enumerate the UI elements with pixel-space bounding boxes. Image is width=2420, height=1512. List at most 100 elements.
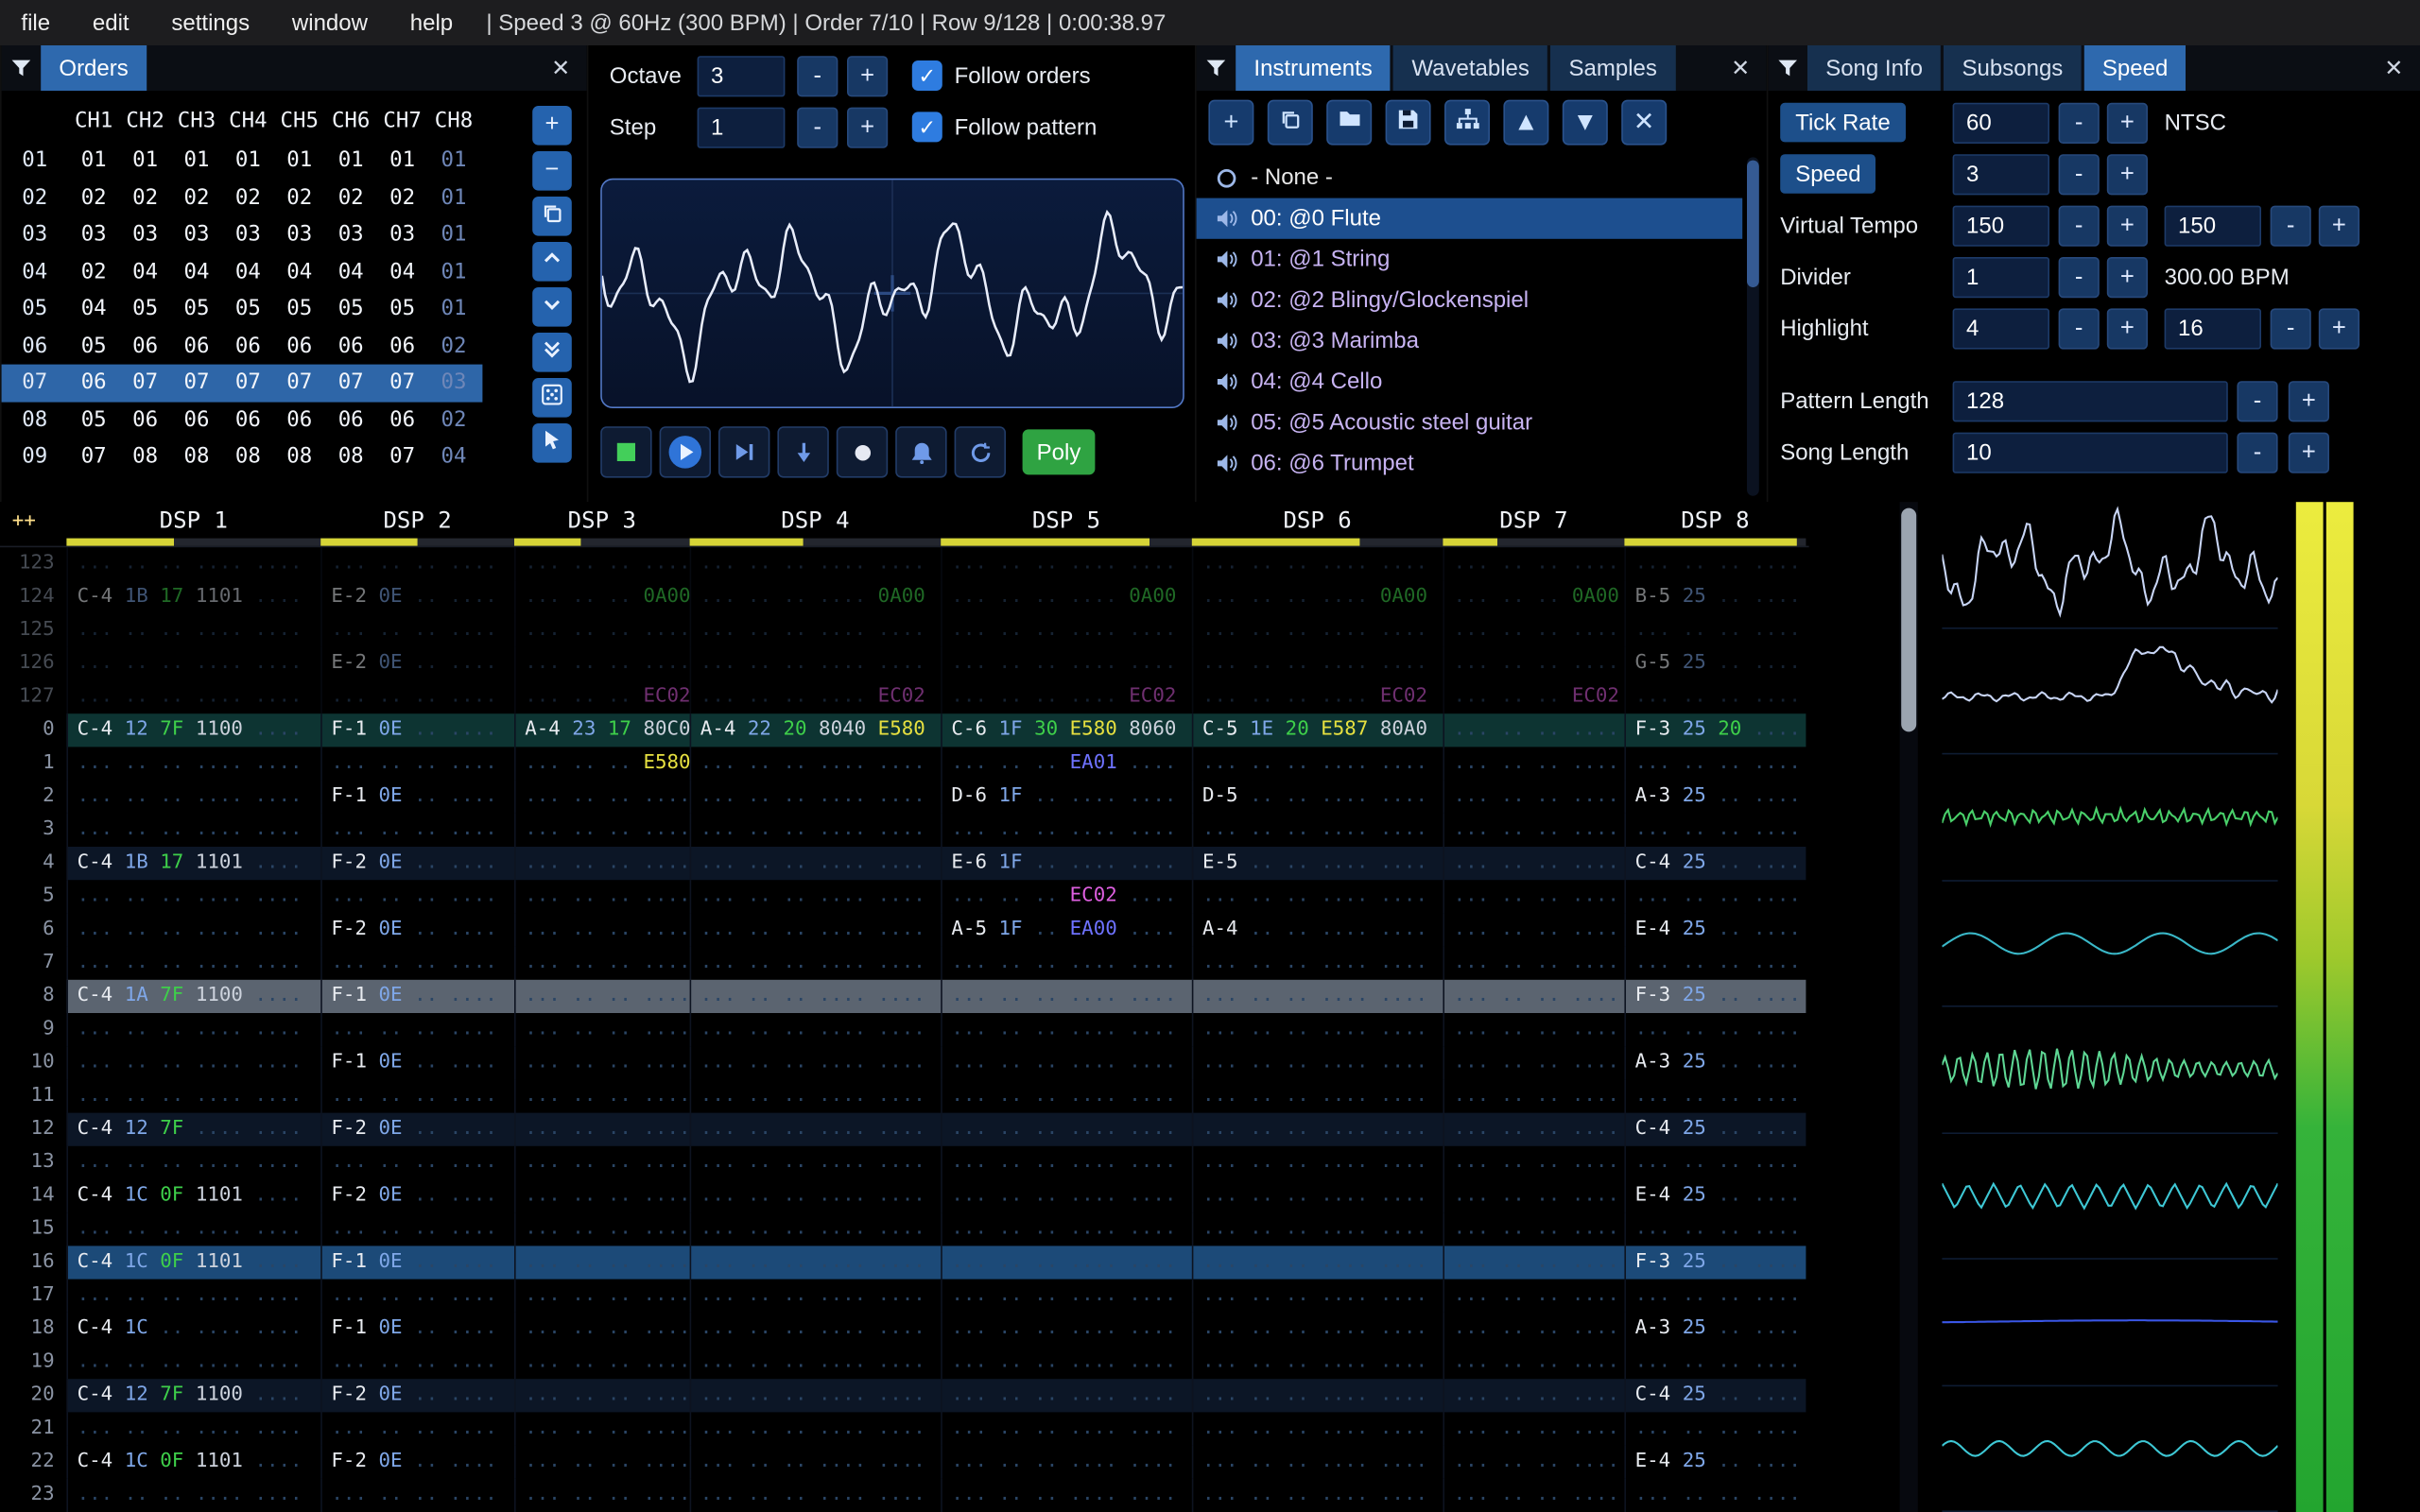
highlight-first-increment-button[interactable]: +	[2106, 308, 2148, 350]
pattern-cell[interactable]: ... .. .. .... 0A00	[1191, 580, 1443, 614]
pattern-cell[interactable]: ... .. .. ....	[320, 747, 514, 781]
pattern-cell[interactable]: ... .. .. .... ....	[941, 1379, 1192, 1413]
pattern-cell[interactable]: ... .. .. .... ....	[941, 979, 1192, 1013]
pattern-cell[interactable]: C-4 1C 0F 1101 ....	[66, 1445, 320, 1479]
pattern-cell[interactable]: ... .. .. ....	[320, 880, 514, 914]
pattern-cell[interactable]: ... .. .. ....	[1624, 880, 1806, 914]
order-cell[interactable]: 03	[68, 223, 119, 248]
pattern-cell[interactable]: E-2 0E .. ....	[320, 580, 514, 614]
order-cell[interactable]: 03	[222, 223, 273, 248]
pattern-cell[interactable]: E-4 25 .. ....	[1624, 1445, 1806, 1479]
pattern-cell[interactable]: A-4 .. .. .... ....	[1191, 913, 1443, 947]
play-pattern-button[interactable]	[718, 426, 770, 478]
pattern-cell[interactable]: ... .. .. .... ....	[66, 1145, 320, 1179]
instrument-item[interactable]: - None -	[1197, 157, 1743, 198]
order-cell[interactable]: 01	[171, 148, 222, 173]
tab-wavetables[interactable]: Wavetables	[1393, 45, 1548, 91]
pattern-cell[interactable]: ... .. .. ....	[1443, 880, 1624, 914]
order-cell[interactable]: 05	[222, 297, 273, 321]
pattern-cell[interactable]: ... .. .. .... ....	[689, 1312, 942, 1346]
step-increment-button[interactable]: +	[847, 107, 889, 148]
pattern-cell[interactable]: ... .. .. ....	[514, 1046, 690, 1080]
pattern-cell[interactable]: ... .. .. .... ....	[689, 747, 942, 781]
order-cell[interactable]: 03	[325, 223, 376, 248]
pattern-cell[interactable]: ... .. .. .... ....	[66, 813, 320, 847]
pattern-cell[interactable]: ... .. .. ....	[514, 1279, 690, 1313]
highlight-second-decrement-button[interactable]: -	[2270, 308, 2311, 350]
pattern-cell[interactable]: ... .. .. ....	[1443, 847, 1624, 881]
pattern-cell[interactable]: C-4 25 .. ....	[1624, 847, 1806, 881]
pattern-cell[interactable]: ... .. .. .... ....	[941, 613, 1192, 647]
pattern-cell[interactable]: ... .. .. ....	[1443, 1279, 1624, 1313]
pattern-cell[interactable]: ... .. .. EC02	[1443, 680, 1624, 714]
pattern-cell[interactable]: ... .. .. ....	[514, 1412, 690, 1446]
menu-item-window[interactable]: window	[271, 9, 389, 35]
order-cell[interactable]: 02	[428, 334, 479, 358]
song-length-increment-button[interactable]: +	[2288, 432, 2329, 473]
pattern-cell[interactable]: ... .. .. .... ....	[689, 1379, 942, 1413]
pattern-cell[interactable]: ... .. .. .... ....	[941, 547, 1192, 581]
pattern-cell[interactable]: ... .. .. .... ....	[941, 1212, 1192, 1246]
instrument-item[interactable]: 06: @6 Trumpet	[1197, 443, 1743, 484]
pattern-cell[interactable]: ... .. .. .... ....	[1191, 1346, 1443, 1380]
pattern-cell[interactable]: ... .. .. .... ....	[66, 913, 320, 947]
order-cell[interactable]: 07	[171, 370, 222, 395]
pattern-cell[interactable]: ... .. .. .... ....	[689, 613, 942, 647]
order-cell[interactable]: 07	[119, 370, 170, 395]
order-cell[interactable]: 05	[325, 297, 376, 321]
tick-rate-input[interactable]: 60	[1952, 102, 2049, 144]
pattern-cell[interactable]: ... .. .. .... ....	[66, 1346, 320, 1380]
follow-orders-checkbox[interactable]: ✓	[911, 60, 942, 91]
instrument-scrollbar[interactable]	[1747, 157, 1759, 496]
pattern-cell[interactable]: F-2 0E .. ....	[320, 1112, 514, 1146]
pattern-cell[interactable]: ... .. .. ....	[514, 913, 690, 947]
order-move-up-button[interactable]	[532, 242, 572, 282]
pattern-cell[interactable]: ... .. .. ....	[1624, 547, 1806, 581]
pattern-cell[interactable]: ... .. .. ....	[514, 1179, 690, 1213]
pattern-cell[interactable]: ... .. .. .... ....	[66, 547, 320, 581]
order-cell[interactable]: 06	[171, 408, 222, 433]
pattern-cell[interactable]: D-5 .. .. .... ....	[1191, 780, 1443, 814]
pattern-cell[interactable]: F-1 0E .. ....	[320, 780, 514, 814]
pattern-cell[interactable]: ... .. .. .... ....	[941, 946, 1192, 980]
menu-item-help[interactable]: help	[389, 9, 474, 35]
order-cell[interactable]: 06	[119, 334, 170, 358]
pattern-cell[interactable]: ... .. .. .... ....	[689, 813, 942, 847]
pattern-cell[interactable]: ... .. .. ....	[514, 1445, 690, 1479]
pattern-cell[interactable]: ... .. .. .... ....	[66, 646, 320, 680]
order-cell[interactable]: 06	[222, 334, 273, 358]
pattern-cell[interactable]: ... .. .. .... ....	[941, 1346, 1192, 1380]
tab-song-info[interactable]: Song Info	[1807, 45, 1942, 91]
order-cell[interactable]: 03	[171, 223, 222, 248]
delete-instrument-button[interactable]: ✕	[1621, 99, 1668, 146]
order-cell[interactable]: 07	[325, 370, 376, 395]
order-cell[interactable]: 07	[274, 370, 325, 395]
pattern-cell[interactable]: F-3 25 .. ....	[1624, 1246, 1806, 1280]
pattern-cell[interactable]: B-5 25 .. ....	[1624, 580, 1806, 614]
pattern-cell[interactable]: ... .. .. .... ....	[1191, 547, 1443, 581]
pattern-cell[interactable]: ... .. .. .... EC02	[1191, 680, 1443, 714]
pattern-cell[interactable]: ... .. .. .... ....	[66, 780, 320, 814]
order-cell[interactable]: 05	[68, 334, 119, 358]
pattern-length-increment-button[interactable]: +	[2288, 381, 2329, 422]
pattern-cell[interactable]: ... .. .. ....	[1624, 946, 1806, 980]
order-cell[interactable]: 01	[325, 148, 376, 173]
order-cell[interactable]: 04	[171, 260, 222, 284]
pattern-cell[interactable]: C-4 25 .. ....	[1624, 1112, 1806, 1146]
pattern-cell[interactable]: F-1 0E .. ....	[320, 1046, 514, 1080]
order-cell[interactable]: 08	[222, 445, 273, 470]
pattern-cell[interactable]: ... .. .. .... ....	[689, 1179, 942, 1213]
order-row[interactable]: 03 03 03 03 03 03 03 03 01	[2, 216, 483, 253]
menu-item-file[interactable]: file	[0, 9, 72, 35]
tab-instruments[interactable]: Instruments	[1236, 45, 1391, 91]
order-add-button[interactable]: +	[532, 106, 572, 146]
pattern-cell[interactable]: ... .. .. ....	[1443, 1445, 1624, 1479]
channel-header[interactable]: DSP 7	[1443, 502, 1625, 546]
pattern-cell[interactable]: ... .. .. .... ....	[941, 1279, 1192, 1313]
pattern-cell[interactable]: ... .. .. ....	[514, 1478, 690, 1512]
pattern-cell[interactable]: ... .. .. .... ....	[689, 946, 942, 980]
pattern-cell[interactable]: ... .. .. .... ....	[689, 1346, 942, 1380]
virtual-tempo-num-decrement-button[interactable]: -	[2058, 205, 2100, 247]
pattern-cell[interactable]: ... .. .. ....	[1443, 613, 1624, 647]
order-cell[interactable]: 04	[119, 260, 170, 284]
